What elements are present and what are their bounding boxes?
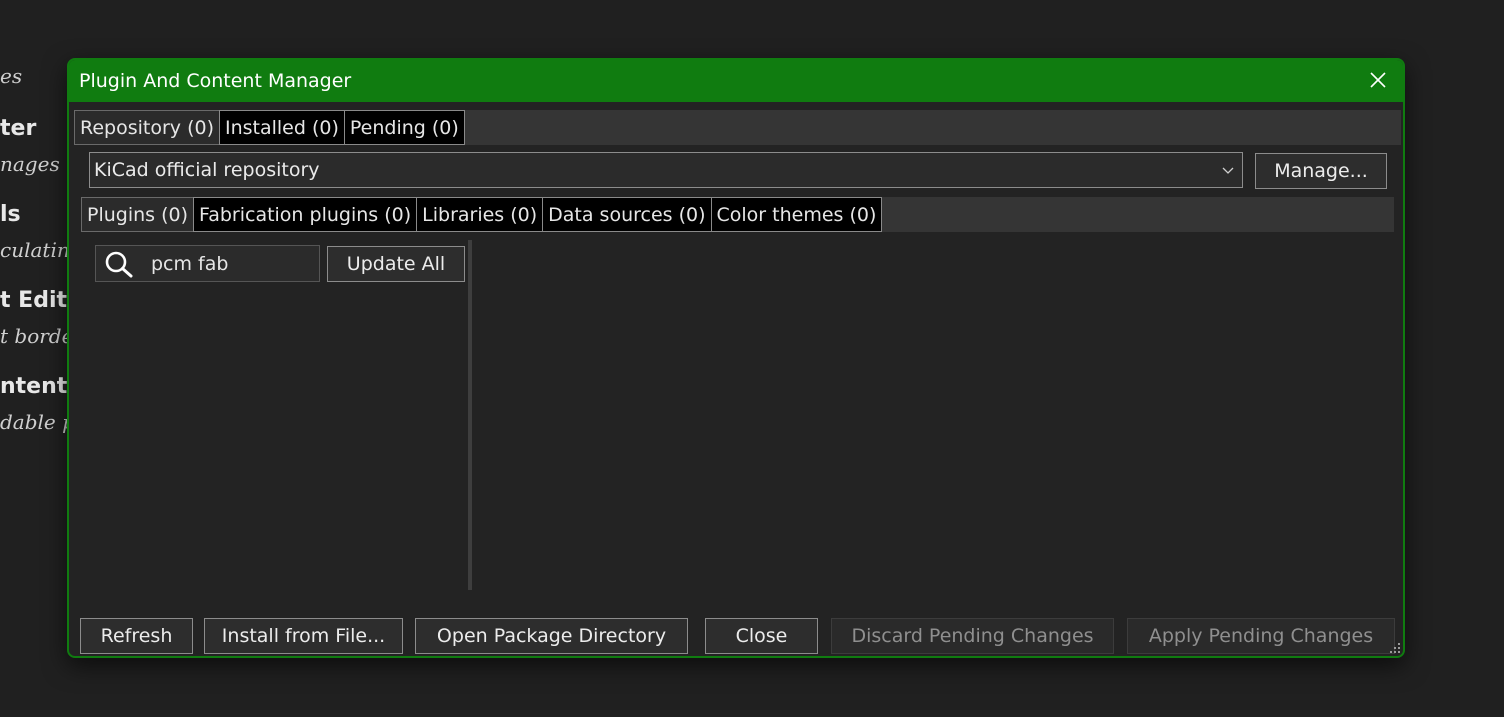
panel-splitter[interactable]: [468, 240, 472, 590]
bg-line-4: culating: [0, 238, 70, 262]
search-box[interactable]: [95, 245, 320, 282]
bg-line-2: nages to: [0, 152, 70, 176]
install-from-file-button[interactable]: Install from File...: [204, 618, 403, 654]
bg-line-6: t border: [0, 324, 70, 348]
dialog-titlebar[interactable]: Plugin And Content Manager: [69, 60, 1403, 102]
search-icon: [105, 251, 133, 278]
manage-button[interactable]: Manage...: [1255, 153, 1387, 189]
refresh-button[interactable]: Refresh: [80, 618, 193, 654]
close-icon[interactable]: [1367, 69, 1389, 91]
repository-select[interactable]: KiCad official repository: [89, 152, 1243, 188]
tab-plugins[interactable]: Plugins (0): [81, 197, 195, 232]
bg-line-3: ls: [0, 202, 21, 227]
background-panel: ​ es ter nages to ls culating t Edito t …: [0, 0, 70, 717]
bg-line-8: dable pa: [0, 410, 70, 434]
plugin-content-manager-dialog: Plugin And Content Manager Repository (0…: [67, 58, 1405, 658]
tab-libraries[interactable]: Libraries (0): [416, 197, 544, 232]
dialog-title: Plugin And Content Manager: [79, 70, 352, 92]
resize-grip-icon[interactable]: [1389, 642, 1401, 654]
repository-select-value: KiCad official repository: [94, 159, 320, 181]
apply-pending-changes-button[interactable]: Apply Pending Changes: [1127, 618, 1395, 654]
tab-data-sources[interactable]: Data sources (0): [542, 197, 712, 232]
tab-color-themes[interactable]: Color themes (0): [710, 197, 883, 232]
inner-tab-bar: Plugins (0) Fabrication plugins (0) Libr…: [81, 197, 1394, 232]
tab-installed[interactable]: Installed (0): [218, 110, 345, 145]
bg-line-0: es: [0, 64, 23, 88]
outer-tab-bar: Repository (0) Installed (0) Pending (0): [74, 110, 1401, 145]
bg-line-1: ter: [0, 116, 37, 141]
open-package-directory-button[interactable]: Open Package Directory: [415, 618, 688, 654]
bg-line-7: ntent: [0, 374, 68, 399]
update-all-button[interactable]: Update All: [327, 246, 465, 282]
search-input[interactable]: [151, 246, 311, 281]
tab-pending[interactable]: Pending (0): [343, 110, 465, 145]
tab-repository[interactable]: Repository (0): [74, 110, 220, 145]
tab-fabrication-plugins[interactable]: Fabrication plugins (0): [193, 197, 418, 232]
close-button[interactable]: Close: [705, 618, 818, 654]
chevron-down-icon: [1222, 167, 1234, 174]
discard-pending-changes-button[interactable]: Discard Pending Changes: [831, 618, 1114, 654]
bg-line-5: t Edito: [0, 288, 70, 313]
